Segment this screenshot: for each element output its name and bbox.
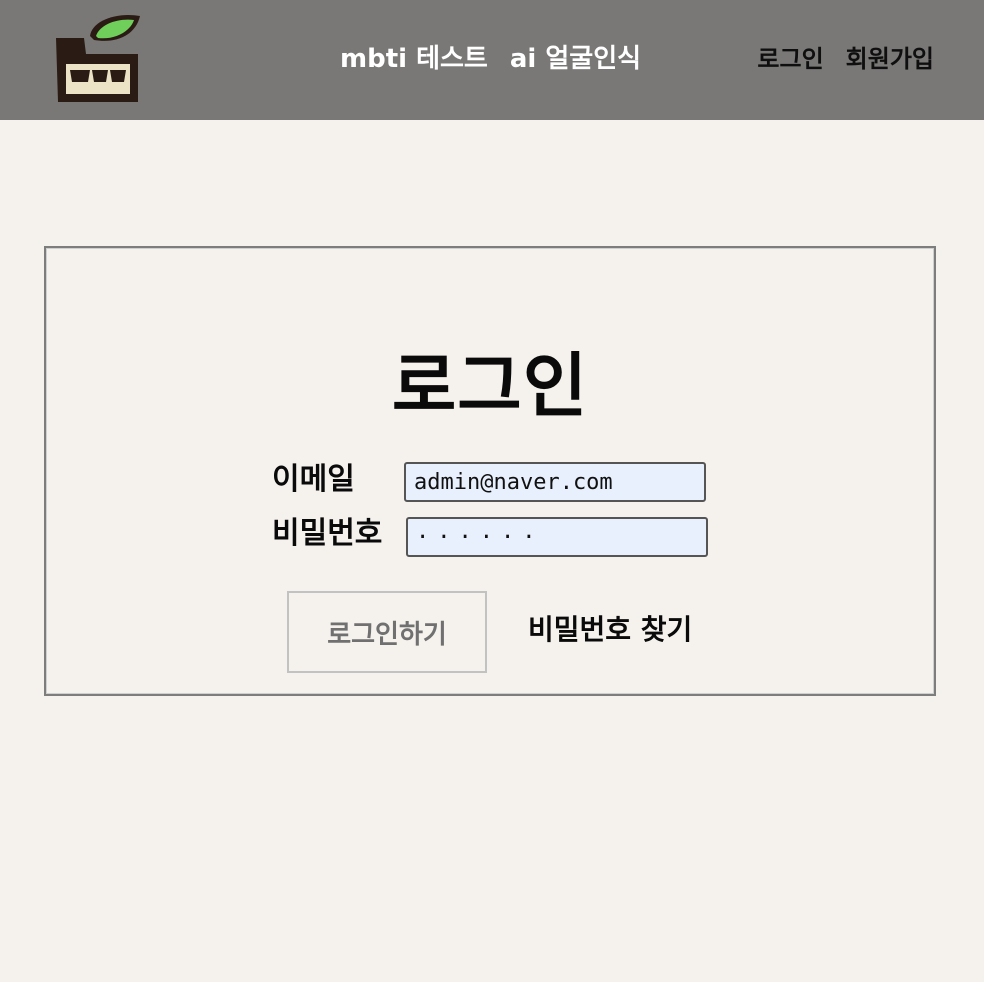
top-header: mbti 테스트 ai 얼굴인식 로그인 회원가입 [0,0,984,120]
nav-signup[interactable]: 회원가입 [846,39,934,74]
login-title: 로그인 [391,345,589,427]
email-label: 이메일 [272,462,355,497]
nav-ai-face-recognition[interactable]: ai 얼굴인식 [510,38,641,75]
auth-nav: 로그인 회원가입 [757,36,934,76]
nav-mbti-test[interactable]: mbti 테스트 [340,38,488,75]
main-nav: mbti 테스트 ai 얼굴인식 [340,36,641,76]
email-input[interactable] [404,462,706,502]
find-password-link[interactable]: 비밀번호 찾기 [528,610,692,650]
login-submit-button[interactable]: 로그인하기 [287,591,487,673]
login-panel: 로그인 이메일 비밀번호 로그인하기 비밀번호 찾기 [44,246,936,696]
password-input[interactable] [406,517,708,557]
password-label: 비밀번호 [272,516,383,551]
leaf-basket-logo-icon[interactable] [48,10,148,110]
nav-login[interactable]: 로그인 [757,39,823,74]
